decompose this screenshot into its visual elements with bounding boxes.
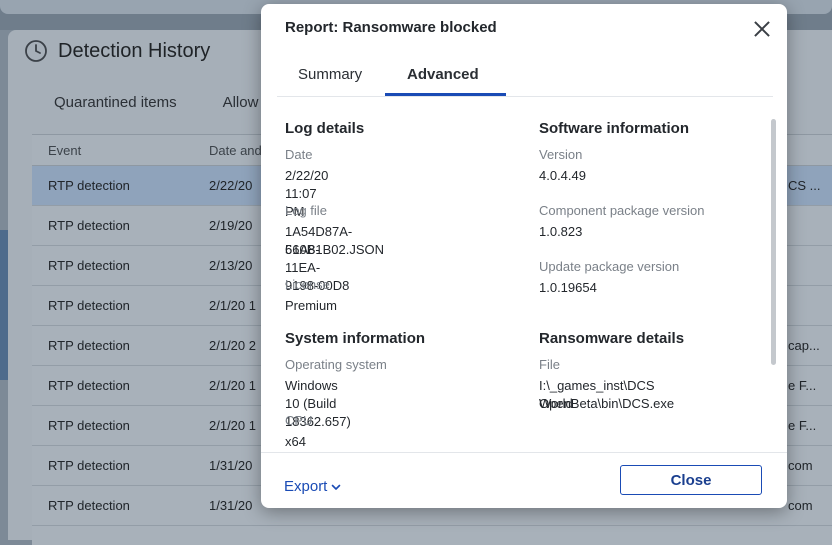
- row-event: RTP detection: [48, 218, 130, 233]
- column-event[interactable]: Event: [48, 143, 81, 158]
- scrollbar-thumb[interactable]: [771, 119, 776, 365]
- license-label: License: [285, 277, 330, 292]
- background-accent-strip: [0, 230, 8, 380]
- row-event: RTP detection: [48, 378, 130, 393]
- log-file-value-line2: 61A81B02.JSON: [285, 242, 385, 257]
- close-icon[interactable]: [751, 18, 773, 40]
- row-extra: cap...: [788, 338, 820, 353]
- row-event: RTP detection: [48, 458, 130, 473]
- advanced-content[interactable]: Log details Date 2/22/20 11:07 PM Log fi…: [261, 97, 787, 452]
- row-event: RTP detection: [48, 418, 130, 433]
- report-dialog: Report: Ransomware blocked Summary Advan…: [261, 4, 787, 508]
- app-header: Detection History: [24, 39, 210, 63]
- cpu-value: x64: [285, 434, 306, 449]
- row-event: RTP detection: [48, 178, 130, 193]
- chevron-down-icon: [332, 484, 341, 490]
- row-event: RTP detection: [48, 298, 130, 313]
- cpu-label: CPU: [285, 413, 313, 428]
- row-extra: e F...: [788, 418, 817, 433]
- update-package-label: Update package version: [539, 259, 680, 274]
- file-value-line2: OpenBeta\bin\DCS.exe: [539, 396, 675, 411]
- export-dropdown[interactable]: Export: [284, 478, 341, 495]
- row-date: 1/31/20: [209, 498, 253, 513]
- row-event: RTP detection: [48, 498, 130, 513]
- row-date: 2/22/20: [209, 178, 253, 193]
- row-event: RTP detection: [48, 258, 130, 273]
- dialog-tab-bar: Summary Advanced: [277, 48, 773, 97]
- ransomware-details-heading: Ransomware details: [539, 330, 685, 347]
- row-extra: com: [788, 458, 813, 473]
- update-package-value: 1.0.19654: [539, 280, 597, 295]
- row-extra: CS ...: [788, 178, 821, 193]
- system-information-heading: System information: [285, 330, 426, 347]
- row-extra: e F...: [788, 378, 817, 393]
- app-title: Detection History: [58, 39, 211, 62]
- active-tab-indicator: [385, 93, 506, 96]
- dialog-footer: Export Close: [261, 452, 787, 508]
- log-details-heading: Log details: [285, 120, 365, 137]
- row-date: 2/1/20 1: [209, 378, 256, 393]
- app-tab-bar: Quarantined items Allow: [54, 94, 258, 111]
- row-date: 2/13/20: [209, 258, 253, 273]
- file-label: File: [539, 357, 560, 372]
- log-file-label: Log file: [285, 203, 327, 218]
- row-extra: com: [788, 498, 813, 513]
- export-label: Export: [284, 478, 328, 495]
- tab-summary[interactable]: Summary: [298, 66, 362, 83]
- version-value: 4.0.4.49: [539, 168, 586, 183]
- dialog-title: Report: Ransomware blocked: [285, 19, 497, 36]
- column-date[interactable]: Date and: [209, 143, 262, 158]
- row-date: 2/1/20 1: [209, 418, 256, 433]
- component-package-value: 1.0.823: [539, 224, 583, 239]
- version-label: Version: [539, 147, 583, 162]
- row-event: RTP detection: [48, 338, 130, 353]
- license-value: Premium: [285, 298, 338, 313]
- row-date: 2/19/20: [209, 218, 253, 233]
- os-label: Operating system: [285, 357, 387, 372]
- clock-history-icon: [25, 40, 47, 62]
- tab-advanced[interactable]: Advanced: [407, 66, 479, 83]
- row-date: 1/31/20: [209, 458, 253, 473]
- tab-allow-list[interactable]: Allow: [223, 94, 259, 111]
- row-date: 2/1/20 1: [209, 298, 256, 313]
- software-information-heading: Software information: [539, 120, 690, 137]
- tab-quarantined-items[interactable]: Quarantined items: [54, 94, 177, 111]
- component-package-label: Component package version: [539, 203, 705, 218]
- row-date: 2/1/20 2: [209, 338, 256, 353]
- close-button[interactable]: Close: [620, 465, 762, 495]
- date-label: Date: [285, 147, 313, 162]
